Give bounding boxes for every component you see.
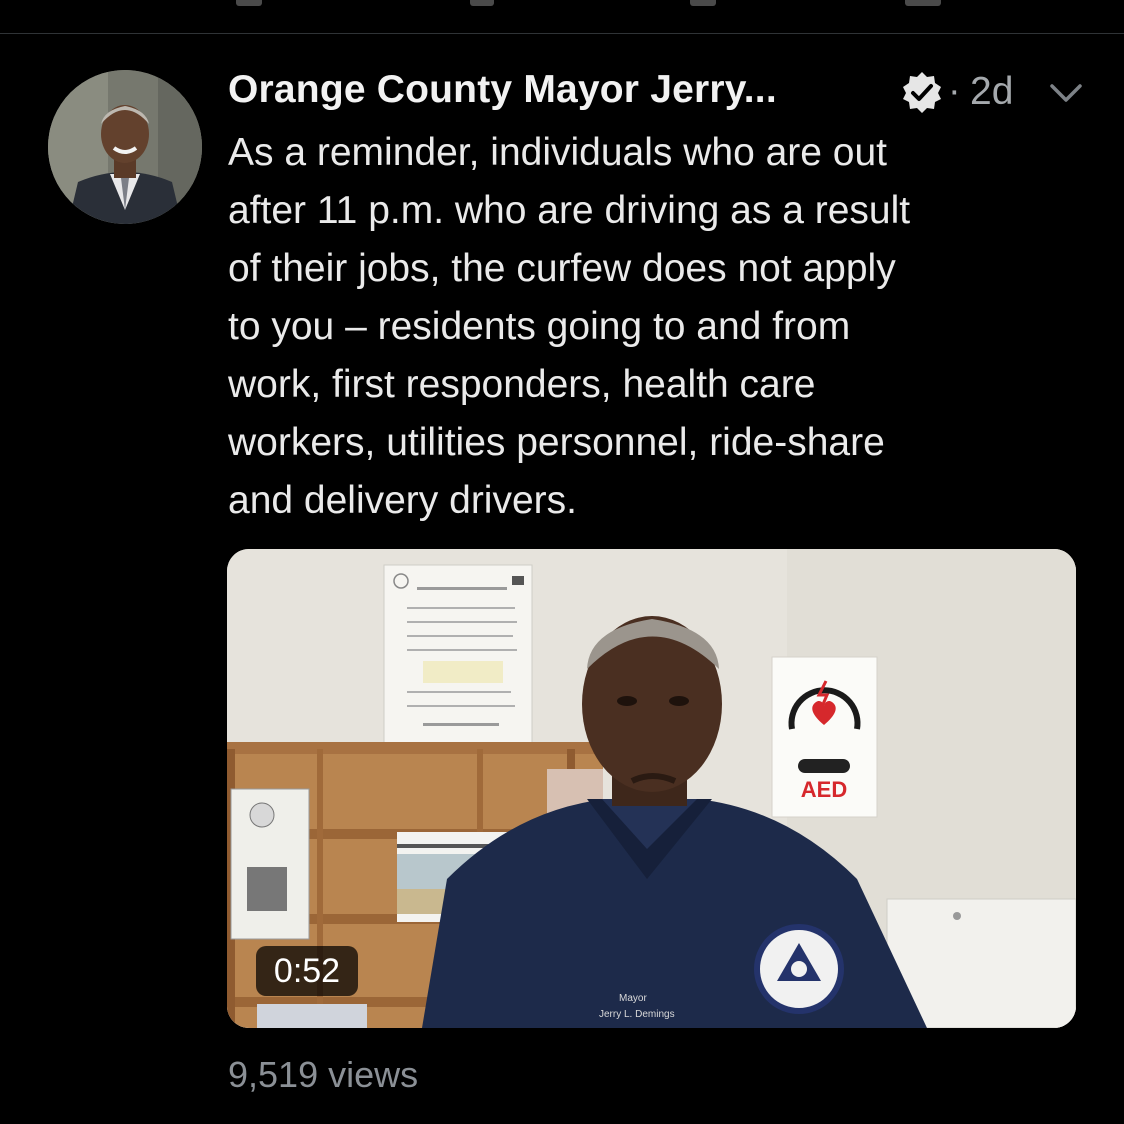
avatar[interactable] bbox=[48, 70, 202, 224]
shirt-name-label: Jerry L. Demings bbox=[599, 1009, 675, 1020]
tweet-page: Orange County Mayor Jerry... · 2d As a r… bbox=[0, 0, 1124, 1124]
tweet-header: Orange County Mayor Jerry... · 2d bbox=[228, 66, 1088, 116]
wall-notice bbox=[383, 564, 533, 744]
previous-tweet-actions bbox=[0, 0, 1124, 10]
aed-sign: AED bbox=[771, 656, 878, 818]
divider bbox=[0, 33, 1124, 34]
view-count: 9,519 views bbox=[228, 1054, 419, 1095]
tweet-text: As a reminder, individuals who are out a… bbox=[228, 131, 911, 522]
chevron-down-icon[interactable] bbox=[1046, 76, 1086, 110]
video-duration-badge: 0:52 bbox=[256, 946, 358, 996]
timestamp[interactable]: 2d bbox=[970, 70, 1013, 114]
verified-badge-icon bbox=[900, 70, 944, 114]
separator-dot: · bbox=[948, 70, 961, 112]
display-name[interactable]: Orange County Mayor Jerry... bbox=[228, 68, 777, 112]
aed-sign-label: AED bbox=[801, 777, 847, 802]
shirt-title-label: Mayor bbox=[619, 993, 647, 1004]
